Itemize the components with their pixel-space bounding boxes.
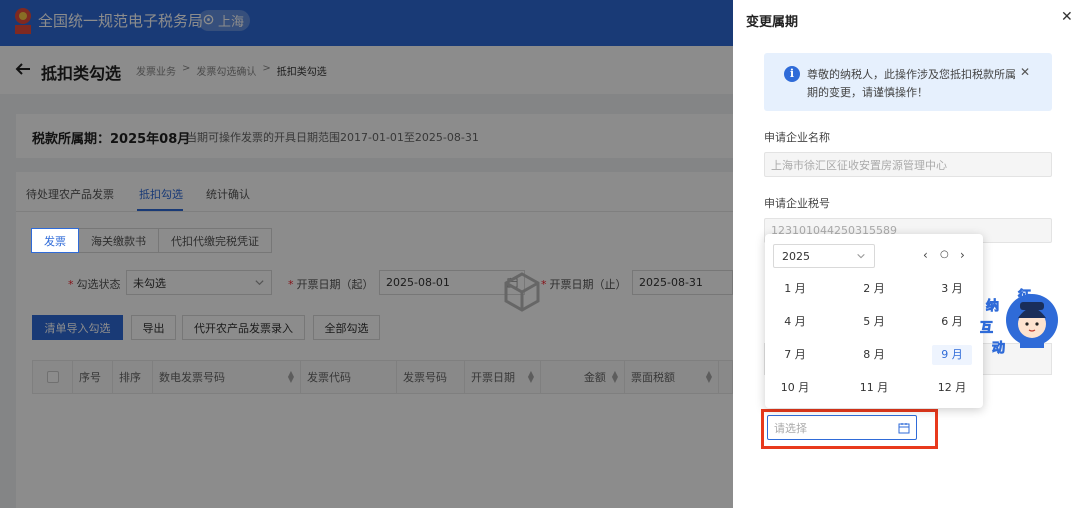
month-option[interactable]: 7 月 [775, 345, 815, 365]
month-option[interactable]: 5 月 [854, 312, 894, 332]
mascot-char: 纳 [986, 298, 999, 314]
alert-close-icon[interactable]: ✕ [1020, 65, 1030, 79]
calendar-icon [898, 422, 910, 433]
next-year-icon[interactable]: › [960, 248, 965, 262]
company-name-field: 上海市徐汇区征收安置房源管理中心 [764, 152, 1052, 177]
month-option[interactable]: 6 月 [932, 312, 972, 332]
drawer-title: 变更属期 [746, 15, 799, 30]
interaction-mascot-badge[interactable]: 征 纳 互 动 [980, 280, 1060, 360]
month-option[interactable]: 3 月 [932, 279, 972, 299]
month-picker-panel: 2025 ‹ ○ › 1 月 2 月 3 月 4 月 5 月 6 月 7 月 8… [765, 234, 983, 408]
month-option[interactable]: 4 月 [775, 312, 815, 332]
month-option[interactable]: 8 月 [854, 345, 894, 365]
alert-text: 尊敬的纳税人，此操作涉及您抵扣税款所属期的变更，请谨慎操作！ [807, 68, 1016, 99]
segment-invoice[interactable]: 发票 [31, 228, 79, 253]
mascot-char: 动 [992, 341, 1005, 356]
mascot-char: 互 [980, 321, 993, 336]
company-name-label: 申请企业名称 [764, 131, 830, 144]
current-year-icon[interactable]: ○ [940, 248, 949, 262]
chevron-down-icon [857, 253, 865, 259]
month-option-selected[interactable]: 9 月 [932, 345, 972, 365]
prev-year-icon[interactable]: ‹ [923, 248, 928, 262]
close-icon[interactable]: ✕ [1061, 9, 1073, 25]
month-option[interactable]: 12 月 [932, 378, 972, 398]
month-option[interactable]: 10 月 [775, 378, 815, 398]
mascot-char: 征 [1018, 288, 1031, 304]
period-picker-placeholder: 请选择 [774, 421, 807, 435]
warning-alert: i 尊敬的纳税人，此操作涉及您抵扣税款所属期的变更，请谨慎操作！ ✕ [764, 53, 1052, 111]
month-option[interactable]: 11 月 [854, 378, 894, 398]
period-picker-input[interactable]: 请选择 [767, 415, 917, 440]
year-select[interactable]: 2025 [773, 244, 875, 268]
month-option[interactable]: 2 月 [854, 279, 894, 299]
tax-id-label: 申请企业税号 [764, 197, 830, 210]
month-option[interactable]: 1 月 [775, 279, 815, 299]
info-icon: i [784, 66, 800, 82]
modal-mask[interactable] [0, 0, 733, 508]
